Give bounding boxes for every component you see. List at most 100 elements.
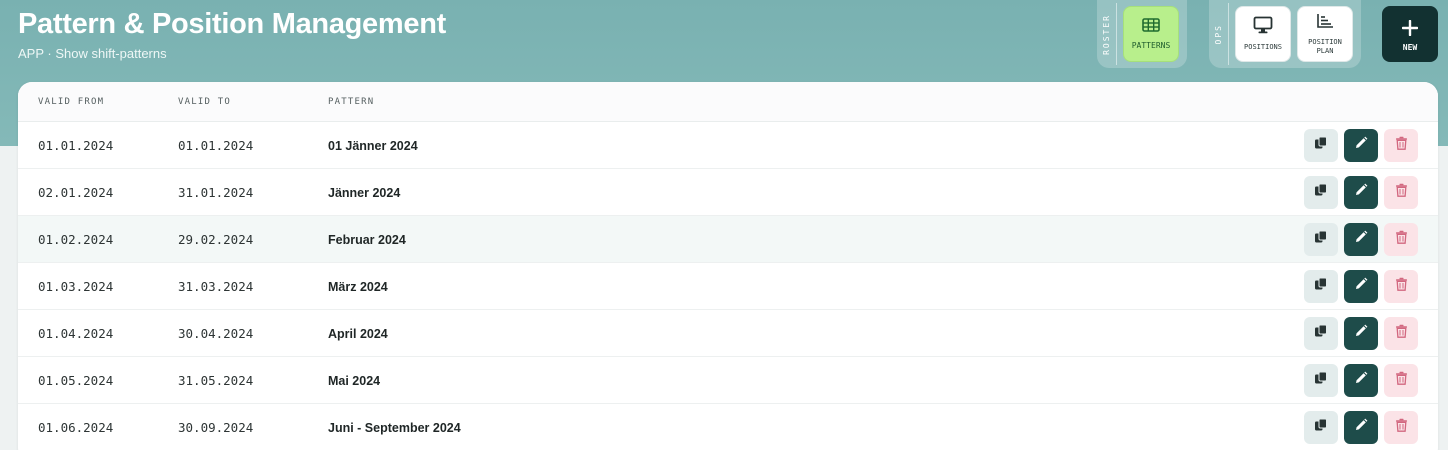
table-row[interactable]: 01.01.2024 01.01.2024 01 Jänner 2024 bbox=[18, 122, 1438, 169]
copy-icon bbox=[1314, 136, 1328, 155]
table-row[interactable]: 01.06.2024 30.09.2024 Juni - September 2… bbox=[18, 404, 1438, 450]
row-actions bbox=[1304, 176, 1418, 209]
grid-icon bbox=[1142, 18, 1160, 37]
delete-button[interactable] bbox=[1384, 223, 1418, 256]
edit-button[interactable] bbox=[1344, 129, 1378, 162]
pattern-cell-bg bbox=[318, 169, 1293, 215]
delete-button[interactable] bbox=[1384, 411, 1418, 444]
copy-icon bbox=[1314, 371, 1328, 390]
new-button-label: NEW bbox=[1402, 42, 1418, 52]
valid-from-cell: 01.06.2024 bbox=[38, 420, 114, 435]
nav-position-plan-button[interactable]: POSITION PLAN bbox=[1297, 6, 1353, 62]
edit-button[interactable] bbox=[1344, 270, 1378, 303]
row-actions bbox=[1304, 129, 1418, 162]
copy-button[interactable] bbox=[1304, 176, 1338, 209]
copy-button[interactable] bbox=[1304, 411, 1338, 444]
delete-button[interactable] bbox=[1384, 364, 1418, 397]
column-header-valid-from[interactable]: VALID FROM bbox=[38, 97, 104, 107]
delete-button[interactable] bbox=[1384, 176, 1418, 209]
valid-to-cell: 01.01.2024 bbox=[178, 138, 254, 153]
copy-button[interactable] bbox=[1304, 270, 1338, 303]
delete-button[interactable] bbox=[1384, 317, 1418, 350]
table-body: 01.01.2024 01.01.2024 01 Jänner 2024 02.… bbox=[18, 122, 1438, 450]
pattern-cell-bg bbox=[318, 122, 1293, 168]
table-row[interactable]: 02.01.2024 31.01.2024 Jänner 2024 bbox=[18, 169, 1438, 216]
valid-from-cell: 01.03.2024 bbox=[38, 279, 114, 294]
valid-to-cell: 30.04.2024 bbox=[178, 326, 254, 341]
trash-icon bbox=[1395, 277, 1408, 296]
column-header-pattern[interactable]: PATTERN bbox=[328, 97, 374, 107]
pencil-icon bbox=[1354, 418, 1368, 437]
nav-patterns-button[interactable]: PATTERNS bbox=[1123, 6, 1179, 62]
row-actions bbox=[1304, 411, 1418, 444]
plus-icon bbox=[1401, 17, 1419, 39]
edit-button[interactable] bbox=[1344, 317, 1378, 350]
edit-button[interactable] bbox=[1344, 176, 1378, 209]
copy-button[interactable] bbox=[1304, 129, 1338, 162]
delete-button[interactable] bbox=[1384, 270, 1418, 303]
valid-from-cell: 01.05.2024 bbox=[38, 373, 114, 388]
edit-button[interactable] bbox=[1344, 364, 1378, 397]
pencil-icon bbox=[1354, 230, 1368, 249]
page-subtitle: APP · Show shift-patterns bbox=[18, 46, 167, 61]
pattern-cell-bg bbox=[318, 216, 1293, 262]
trash-icon bbox=[1395, 324, 1408, 343]
pencil-icon bbox=[1354, 277, 1368, 296]
pencil-icon bbox=[1354, 371, 1368, 390]
pattern-name-cell[interactable]: 01 Jänner 2024 bbox=[328, 122, 418, 169]
nav-positions-label: POSITIONS bbox=[1244, 43, 1282, 51]
pattern-name-cell[interactable]: Juni - September 2024 bbox=[328, 404, 461, 450]
pencil-icon bbox=[1354, 136, 1368, 155]
pattern-name-cell[interactable]: März 2024 bbox=[328, 263, 388, 310]
valid-to-cell: 31.05.2024 bbox=[178, 373, 254, 388]
valid-to-cell: 31.01.2024 bbox=[178, 185, 254, 200]
copy-button[interactable] bbox=[1304, 317, 1338, 350]
copy-icon bbox=[1314, 324, 1328, 343]
copy-icon bbox=[1314, 277, 1328, 296]
column-header-valid-to[interactable]: VALID TO bbox=[178, 97, 231, 107]
table-row[interactable]: 01.03.2024 31.03.2024 März 2024 bbox=[18, 263, 1438, 310]
pattern-cell-bg bbox=[318, 357, 1293, 403]
row-actions bbox=[1304, 270, 1418, 303]
nav-patterns-label: PATTERNS bbox=[1131, 41, 1171, 50]
copy-icon bbox=[1314, 230, 1328, 249]
pattern-name-cell[interactable]: Mai 2024 bbox=[328, 357, 380, 404]
valid-from-cell: 01.02.2024 bbox=[38, 232, 114, 247]
roster-group-label: ROSTER bbox=[1097, 3, 1117, 65]
pattern-name-cell[interactable]: April 2024 bbox=[328, 310, 388, 357]
table-row[interactable]: 01.05.2024 31.05.2024 Mai 2024 bbox=[18, 357, 1438, 404]
row-actions bbox=[1304, 317, 1418, 350]
pattern-name-cell[interactable]: Februar 2024 bbox=[328, 216, 406, 263]
roster-nav-group: ROSTER PATTERNS bbox=[1097, 0, 1187, 68]
monitor-icon bbox=[1253, 16, 1273, 39]
row-actions bbox=[1304, 223, 1418, 256]
pencil-icon bbox=[1354, 324, 1368, 343]
copy-icon bbox=[1314, 183, 1328, 202]
copy-icon bbox=[1314, 418, 1328, 437]
patterns-table: VALID FROM VALID TO PATTERN 01.01.2024 0… bbox=[18, 82, 1438, 450]
edit-button[interactable] bbox=[1344, 223, 1378, 256]
table-header: VALID FROM VALID TO PATTERN bbox=[18, 82, 1438, 122]
delete-button[interactable] bbox=[1384, 129, 1418, 162]
valid-to-cell: 30.09.2024 bbox=[178, 420, 254, 435]
copy-button[interactable] bbox=[1304, 223, 1338, 256]
page-title: Pattern & Position Management bbox=[18, 8, 446, 40]
trash-icon bbox=[1395, 418, 1408, 437]
pencil-icon bbox=[1354, 183, 1368, 202]
valid-from-cell: 02.01.2024 bbox=[38, 185, 114, 200]
pattern-name-cell[interactable]: Jänner 2024 bbox=[328, 169, 400, 216]
trash-icon bbox=[1395, 230, 1408, 249]
new-button[interactable]: NEW bbox=[1382, 6, 1438, 62]
pattern-cell-bg bbox=[318, 310, 1293, 356]
trash-icon bbox=[1395, 183, 1408, 202]
valid-to-cell: 31.03.2024 bbox=[178, 279, 254, 294]
copy-button[interactable] bbox=[1304, 364, 1338, 397]
valid-from-cell: 01.01.2024 bbox=[38, 138, 114, 153]
edit-button[interactable] bbox=[1344, 411, 1378, 444]
ops-nav-group: OPS POSITIONS POSITION PLAN bbox=[1209, 0, 1361, 68]
table-row[interactable]: 01.04.2024 30.04.2024 April 2024 bbox=[18, 310, 1438, 357]
nav-positions-button[interactable]: POSITIONS bbox=[1235, 6, 1291, 62]
valid-from-cell: 01.04.2024 bbox=[38, 326, 114, 341]
table-row[interactable]: 01.02.2024 29.02.2024 Februar 2024 bbox=[18, 216, 1438, 263]
valid-to-cell: 29.02.2024 bbox=[178, 232, 254, 247]
